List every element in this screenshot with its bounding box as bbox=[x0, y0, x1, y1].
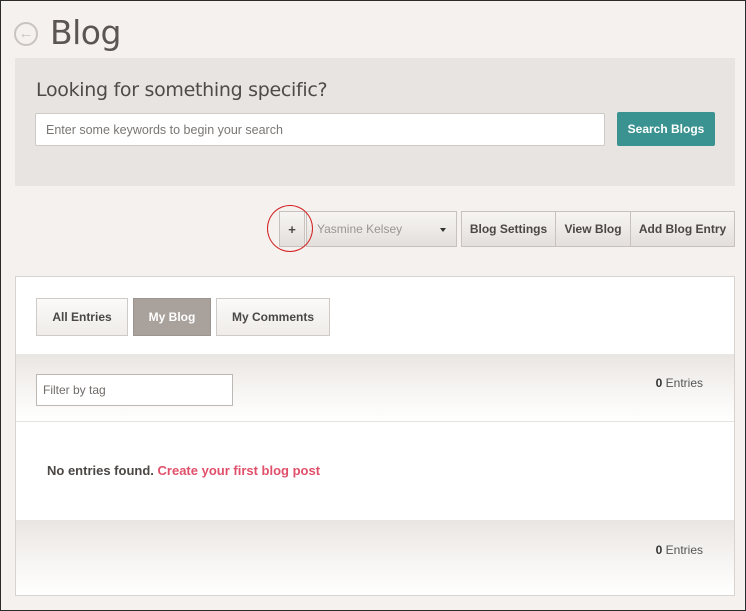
empty-state-text: No entries found. bbox=[47, 463, 154, 478]
page-title: Blog bbox=[50, 13, 121, 52]
entries-count-value: 0 bbox=[655, 543, 663, 557]
search-input[interactable] bbox=[35, 113, 605, 146]
entries-count-top: 0 Entries bbox=[656, 376, 703, 390]
user-select-value: Yasmine Kelsey bbox=[317, 222, 403, 236]
tab-my-blog[interactable]: My Blog bbox=[133, 298, 211, 336]
add-blog-entry-button[interactable]: Add Blog Entry bbox=[631, 211, 735, 247]
create-first-post-link[interactable]: Create your first blog post bbox=[158, 463, 321, 478]
entries-count-bottom: 0 Entries bbox=[656, 543, 703, 557]
entries-count-label: Entries bbox=[665, 376, 703, 390]
entries-count-label: Entries bbox=[665, 543, 703, 557]
back-arrow-icon[interactable]: ← bbox=[14, 22, 38, 46]
search-blogs-button[interactable]: Search Blogs bbox=[617, 112, 715, 146]
filter-by-tag-input[interactable] bbox=[36, 374, 233, 406]
user-select[interactable]: Yasmine Kelsey bbox=[306, 211, 457, 247]
search-heading: Looking for something specific? bbox=[36, 79, 328, 101]
entries-count-value: 0 bbox=[655, 376, 663, 390]
empty-state-message: No entries found. Create your first blog… bbox=[47, 463, 320, 478]
footer-bar bbox=[16, 520, 734, 595]
blog-settings-button[interactable]: Blog Settings bbox=[461, 211, 556, 247]
tab-my-comments[interactable]: My Comments bbox=[216, 298, 330, 336]
view-blog-button[interactable]: View Blog bbox=[556, 211, 631, 247]
add-button[interactable]: + bbox=[279, 211, 305, 247]
tab-all-entries[interactable]: All Entries bbox=[36, 298, 128, 336]
chevron-down-icon bbox=[440, 228, 446, 232]
